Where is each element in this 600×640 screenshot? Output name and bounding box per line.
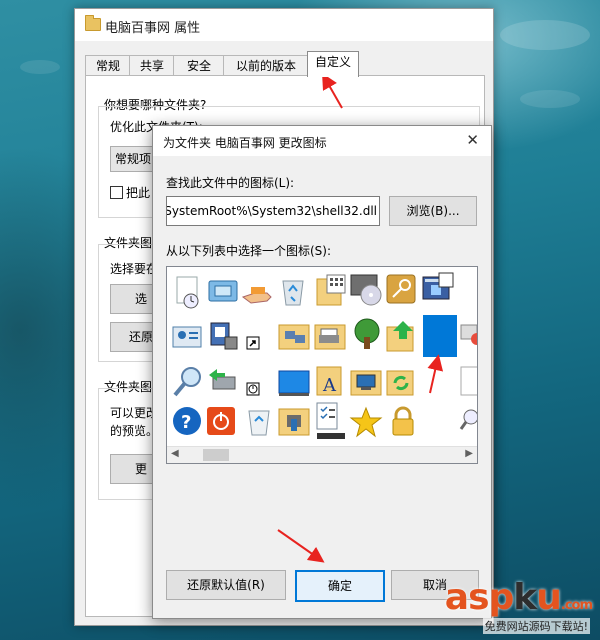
watermark-domain: .com [560, 598, 593, 613]
folder-grid-icon[interactable] [316, 274, 346, 306]
title-bar[interactable]: 电脑百事网 属性 [75, 9, 493, 41]
scroll-left-icon[interactable]: ◀ [171, 448, 179, 459]
apply-subfolders-label: 把此 [126, 186, 151, 200]
dialog-title: 为文件夹 电脑百事网 更改图标 [163, 136, 327, 150]
selected-blank-icon[interactable] [423, 315, 457, 357]
browse-button[interactable]: 浏览(B)... [389, 196, 477, 226]
magnifier-icon[interactable] [173, 367, 201, 397]
watermark-brand-u: u [536, 577, 562, 618]
change-icon-label: 可以更改 [110, 406, 159, 420]
scroll-right-icon[interactable]: ▶ [465, 448, 473, 459]
lock-icon[interactable] [392, 406, 414, 436]
computer-folder-icon[interactable] [350, 370, 382, 396]
change-icon-dialog: 为文件夹 电脑百事网 更改图标 ✕ 查找此文件中的图标(L): %SystemR… [152, 125, 492, 619]
light-ray [20, 60, 60, 74]
restore-default-button[interactable]: 还原默认值(R) [166, 570, 286, 600]
usb-remove-icon[interactable] [209, 369, 236, 390]
light-ray [500, 20, 590, 50]
watermark-logo: aspku.com [444, 577, 593, 618]
close-icon[interactable]: ✕ [466, 133, 479, 148]
find-icons-label: 查找此文件中的图标(L): [166, 176, 295, 190]
watermark-tagline: 免费网站源码下载站! [482, 618, 590, 634]
partial-icon[interactable] [460, 324, 477, 345]
id-card-icon[interactable] [172, 326, 202, 348]
shortcut-arrow-icon[interactable] [246, 336, 260, 350]
display-icon[interactable] [208, 280, 238, 302]
monitor-net-icon[interactable] [210, 322, 238, 350]
blue-screen-icon[interactable] [278, 370, 310, 396]
svg-text:?: ? [181, 412, 191, 433]
recycle-bin-full-icon[interactable] [282, 280, 304, 306]
scroll-thumb[interactable] [203, 449, 229, 461]
icon-list[interactable]: A ? ◀ ▶ [166, 266, 478, 464]
checklist-icon[interactable] [316, 402, 338, 430]
light-ray [520, 90, 580, 108]
svg-text:A: A [322, 375, 337, 396]
ok-button[interactable]: 确定 [295, 570, 385, 602]
hand-share-icon[interactable] [241, 287, 272, 304]
tree-icon[interactable] [354, 318, 380, 349]
horizontal-scrollbar[interactable]: ◀ ▶ [167, 446, 477, 463]
window-title: 电脑百事网 属性 [105, 21, 201, 36]
window-app-icon[interactable] [422, 272, 454, 300]
clock-doc-icon[interactable] [176, 276, 199, 309]
watermark-brand: asp [444, 577, 514, 618]
clock-shortcut-icon[interactable] [246, 382, 260, 396]
keyboard-icon[interactable] [317, 433, 345, 439]
network-folder2-icon[interactable] [278, 408, 310, 436]
partial-magnifier-icon[interactable] [459, 409, 477, 430]
icon-path-input[interactable]: %SystemRoot%\System32\shell32.dll [166, 196, 380, 226]
recycle-bin-empty-icon[interactable] [248, 410, 270, 436]
apply-subfolders-checkbox[interactable] [110, 186, 123, 199]
partial-doc-icon[interactable] [460, 366, 477, 396]
sync-folder-icon[interactable] [386, 370, 414, 396]
tab-customize[interactable]: 自定义 [307, 51, 359, 77]
select-file-label: 选择要在 [110, 262, 159, 276]
network-folder-icon[interactable] [278, 324, 310, 350]
tab-security[interactable]: 安全 [173, 55, 225, 76]
folder-icon [85, 15, 101, 31]
dialog-title-bar[interactable]: 为文件夹 电脑百事网 更改图标 ✕ [153, 126, 491, 156]
preview-label: 的预览。 [110, 424, 159, 438]
tab-sharing[interactable]: 共享 [129, 55, 175, 76]
tab-previous-versions[interactable]: 以前的版本 [223, 55, 309, 76]
key-icon[interactable] [386, 274, 416, 304]
watermark-brand-k: k [513, 577, 537, 618]
font-folder-icon[interactable]: A [316, 366, 342, 396]
power-icon[interactable] [207, 407, 235, 435]
cd-drive-icon[interactable] [350, 274, 382, 306]
star-icon[interactable] [349, 406, 383, 438]
select-icon-label: 从以下列表中选择一个图标(S): [166, 244, 332, 258]
icon-path-value: %SystemRoot%\System32\shell32.dll [166, 204, 377, 218]
folder-up-icon[interactable] [386, 321, 414, 352]
printer-folder-icon[interactable] [314, 324, 346, 350]
help-icon[interactable]: ? [173, 407, 201, 435]
tab-general[interactable]: 常规 [85, 55, 131, 76]
